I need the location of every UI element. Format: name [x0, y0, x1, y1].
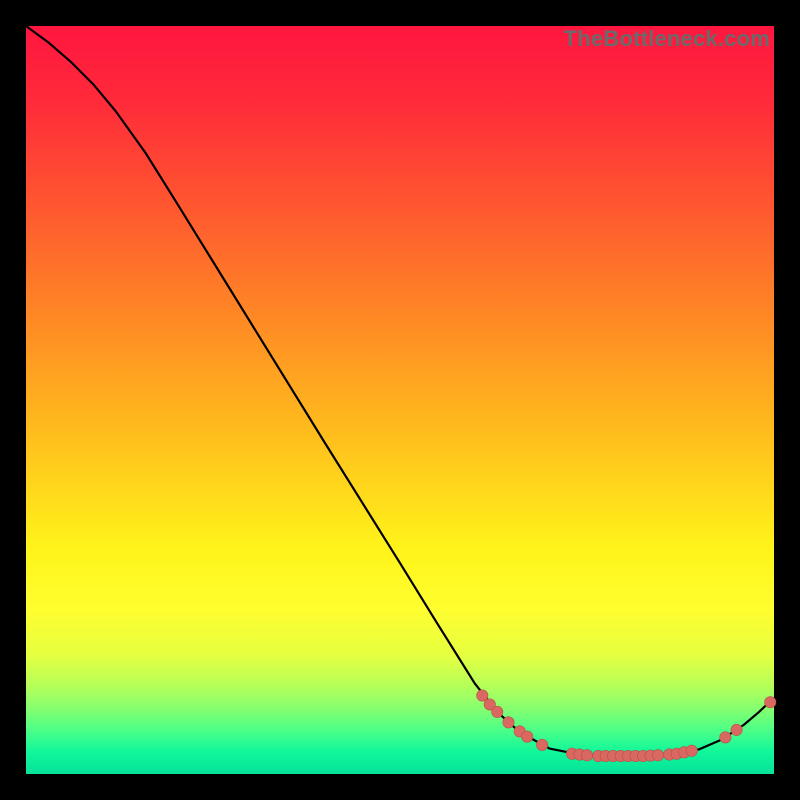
- data-marker: [731, 724, 742, 735]
- data-marker: [652, 750, 663, 761]
- chart-svg: [26, 26, 774, 774]
- data-marker: [477, 690, 488, 701]
- data-marker: [521, 731, 532, 742]
- data-marker: [686, 745, 697, 756]
- data-marker: [765, 696, 776, 707]
- plot-area: TheBottleneck.com: [26, 26, 774, 774]
- data-marker: [503, 717, 514, 728]
- chart-container: TheBottleneck.com: [0, 0, 800, 800]
- data-marker: [581, 750, 592, 761]
- data-marker: [492, 706, 503, 717]
- data-marker: [536, 739, 547, 750]
- data-marker: [720, 732, 731, 743]
- data-markers: [477, 690, 776, 762]
- bottleneck-curve: [26, 26, 774, 756]
